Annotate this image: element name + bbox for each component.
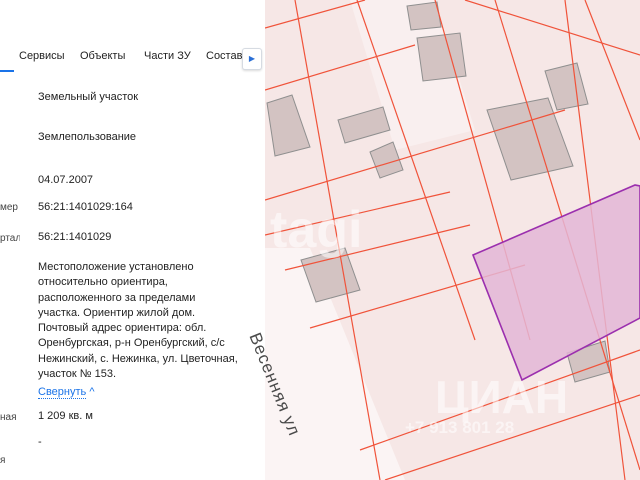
cadastral-map[interactable]: tagi ЦИАН +7 913 801 28 [265,0,640,480]
collapse-link[interactable]: Свернуть ^ [38,386,95,399]
building [544,62,589,111]
watermark-brand: ЦИАН [435,371,569,423]
parcel-line [265,0,366,29]
address-line: Оренбургская, р-н Оренбургский, с/с [38,337,225,350]
building [266,94,311,157]
info-panel: Сервисы Объекты Части ЗУ Состав ▶ Земель… [0,0,265,480]
address-line: участок № 153. [38,368,117,381]
area-value: 1 209 кв. м [38,410,93,422]
building [406,1,442,31]
address-line: участка. Ориентир жилой дом. [38,306,196,319]
tab-services[interactable]: Сервисы [19,50,65,62]
address-line: относительно ориентира, [38,276,168,289]
row-label-cadastral-number: мер [0,202,18,213]
registration-date-value: 04.07.2007 [38,174,94,186]
address-line: Нежинский, с. Нежинка, ул. Цветочная, [38,352,238,365]
empty-value: - [38,436,42,448]
parcel-line [464,0,640,56]
row-label-last: я [0,455,6,466]
selected-parcel [471,184,640,382]
collapse-link-label[interactable]: Свернуть [38,386,87,399]
building [486,97,574,181]
address-line: расположенного за пределами [38,291,196,304]
tab-parcel-parts[interactable]: Части ЗУ [144,50,191,62]
building [416,32,467,82]
active-tab-indicator [0,70,14,72]
parcel-kind-value: Землепользование [38,131,137,143]
tab-bar: Сервисы Объекты Части ЗУ Состав [0,40,265,72]
row-label-area: ная [0,412,17,423]
address-value: Местоположение установлено относительно … [38,260,260,382]
cadastral-quarter-value: 56:21:1401029 [38,231,112,243]
cadastral-number-value: 56:21:1401029:164 [38,201,133,213]
watermark-phone: +7 913 801 28 [405,418,515,437]
parcel-line [584,0,640,141]
chevron-right-icon[interactable]: ▶ [242,48,262,70]
caret-up-icon: ^ [89,386,95,398]
watermark-text: tagi [270,201,363,259]
tab-composition[interactable]: Состав [206,50,242,62]
row-label-cadastral-quarter: ртал [0,233,20,244]
address-line: Почтовый адрес ориентира: обл. [38,322,207,335]
parcel-type-value: Земельный участок [38,91,139,103]
tab-objects[interactable]: Объекты [80,50,125,62]
building [337,106,391,144]
address-line: Местоположение установлено [38,261,194,273]
